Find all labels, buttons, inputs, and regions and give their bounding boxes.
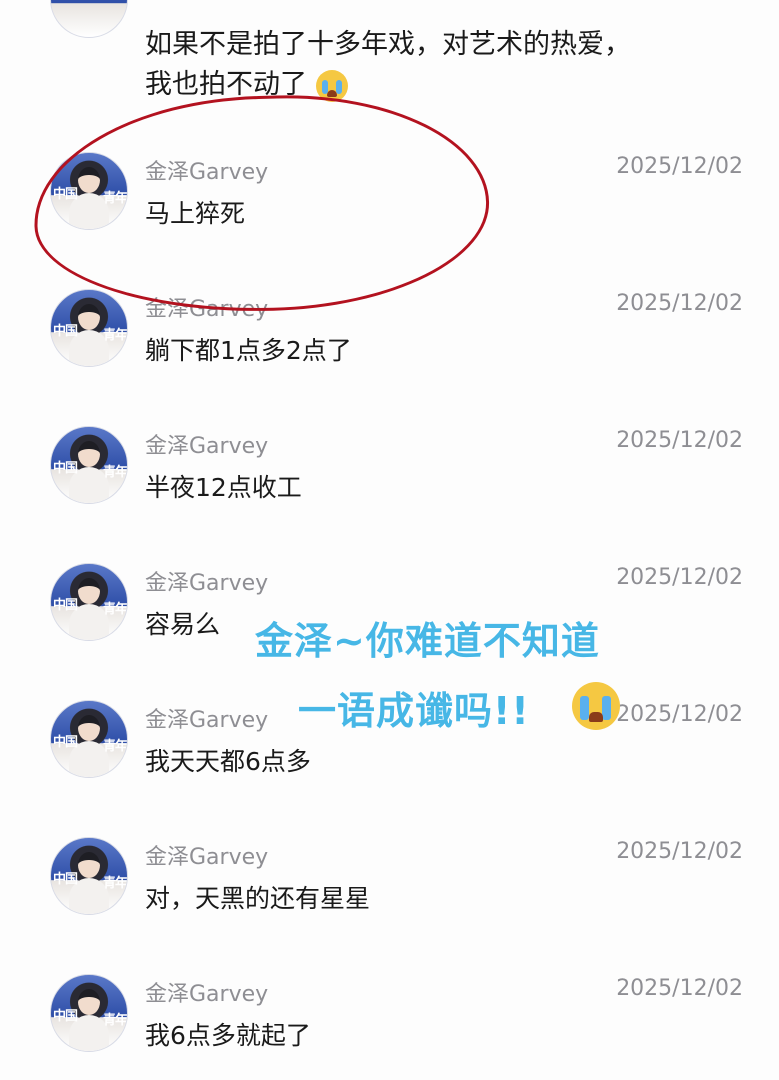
crying-face-icon (572, 682, 620, 730)
comment-item: 中国 青年 金泽Garvey 2025/12/02 半夜12点收工 (0, 416, 779, 553)
avatar-tag-left: 中国 (53, 461, 78, 476)
comment-text: 对，天黑的还有星星 (145, 884, 371, 913)
comment-date: 2025/12/02 (616, 291, 743, 316)
overlay-caption-line1: 金泽~你难道不知道 (255, 619, 600, 663)
username[interactable]: 金泽Garvey (145, 702, 268, 734)
avatar-tag-left: 中国 (53, 598, 78, 613)
comment-date: 2025/12/02 (616, 839, 743, 864)
comment-item: 中国 青年 金泽Garvey 2025/12/02 对，天黑的还有星星 (0, 827, 779, 964)
comment-item: 中国 青年 金泽Garvey 2025/12/02 躺下都1点多2点了 (0, 279, 779, 416)
comment-text-line1: 如果不是拍了十多年戏，对艺术的热爱， (145, 29, 631, 60)
comment-date: 2025/12/02 (616, 154, 743, 179)
avatar[interactable]: 中国 青年 (50, 974, 128, 1052)
avatar[interactable] (50, 0, 128, 38)
avatar-face (78, 852, 100, 878)
comment-item: 中国 青年 金泽Garvey 2025/12/02 我6点多就起了 (0, 964, 779, 1080)
comment-text: 半夜12点收工 (145, 473, 302, 502)
avatar-face (78, 989, 100, 1015)
avatar-tag-right: 青年 (102, 1013, 127, 1028)
avatar[interactable]: 中国 青年 (50, 563, 128, 641)
comment-date: 2025/12/02 (616, 702, 743, 727)
comment-item-partial: 如果不是拍了十多年戏，对艺术的热爱， 我也拍不动了 (0, 0, 779, 102)
avatar[interactable]: 中国 青年 (50, 837, 128, 915)
comment-feed: 如果不是拍了十多年戏，对艺术的热爱， 我也拍不动了 中国 青年 金泽Garvey… (0, 0, 779, 1080)
avatar[interactable]: 中国 青年 (50, 426, 128, 504)
username[interactable]: 金泽Garvey (145, 565, 268, 597)
avatar-tag-right: 青年 (102, 876, 127, 891)
comment-text: 我6点多就起了 (145, 1021, 311, 1050)
avatar-tag-right: 青年 (102, 465, 127, 480)
avatar-tag-left: 中国 (53, 324, 78, 339)
username[interactable]: 金泽Garvey (145, 976, 268, 1008)
avatar-face (78, 715, 100, 741)
comment-text: 躺下都1点多2点了 (145, 336, 352, 365)
overlay-caption-line2: 一语成谶吗!! (298, 689, 530, 733)
avatar-tag-left: 中国 (53, 1009, 78, 1024)
avatar-tag-right: 青年 (102, 328, 127, 343)
comment-date: 2025/12/02 (616, 565, 743, 590)
avatar-face (78, 441, 100, 467)
avatar[interactable]: 中国 青年 (50, 289, 128, 367)
avatar[interactable]: 中国 青年 (50, 700, 128, 778)
username[interactable]: 金泽Garvey (145, 839, 268, 871)
comment-date: 2025/12/02 (616, 428, 743, 453)
avatar-tag-right: 青年 (102, 739, 127, 754)
comment-text: 容易么 (145, 610, 221, 639)
comment-date: 2025/12/02 (616, 976, 743, 1001)
avatar-tag-left: 中国 (53, 735, 78, 750)
username[interactable]: 金泽Garvey (145, 428, 268, 460)
avatar-tag-right: 青年 (102, 602, 127, 617)
avatar-tag-left: 中国 (53, 872, 78, 887)
avatar-face (78, 578, 100, 604)
comment-text: 我天天都6点多 (145, 747, 311, 776)
avatar-face (78, 304, 100, 330)
